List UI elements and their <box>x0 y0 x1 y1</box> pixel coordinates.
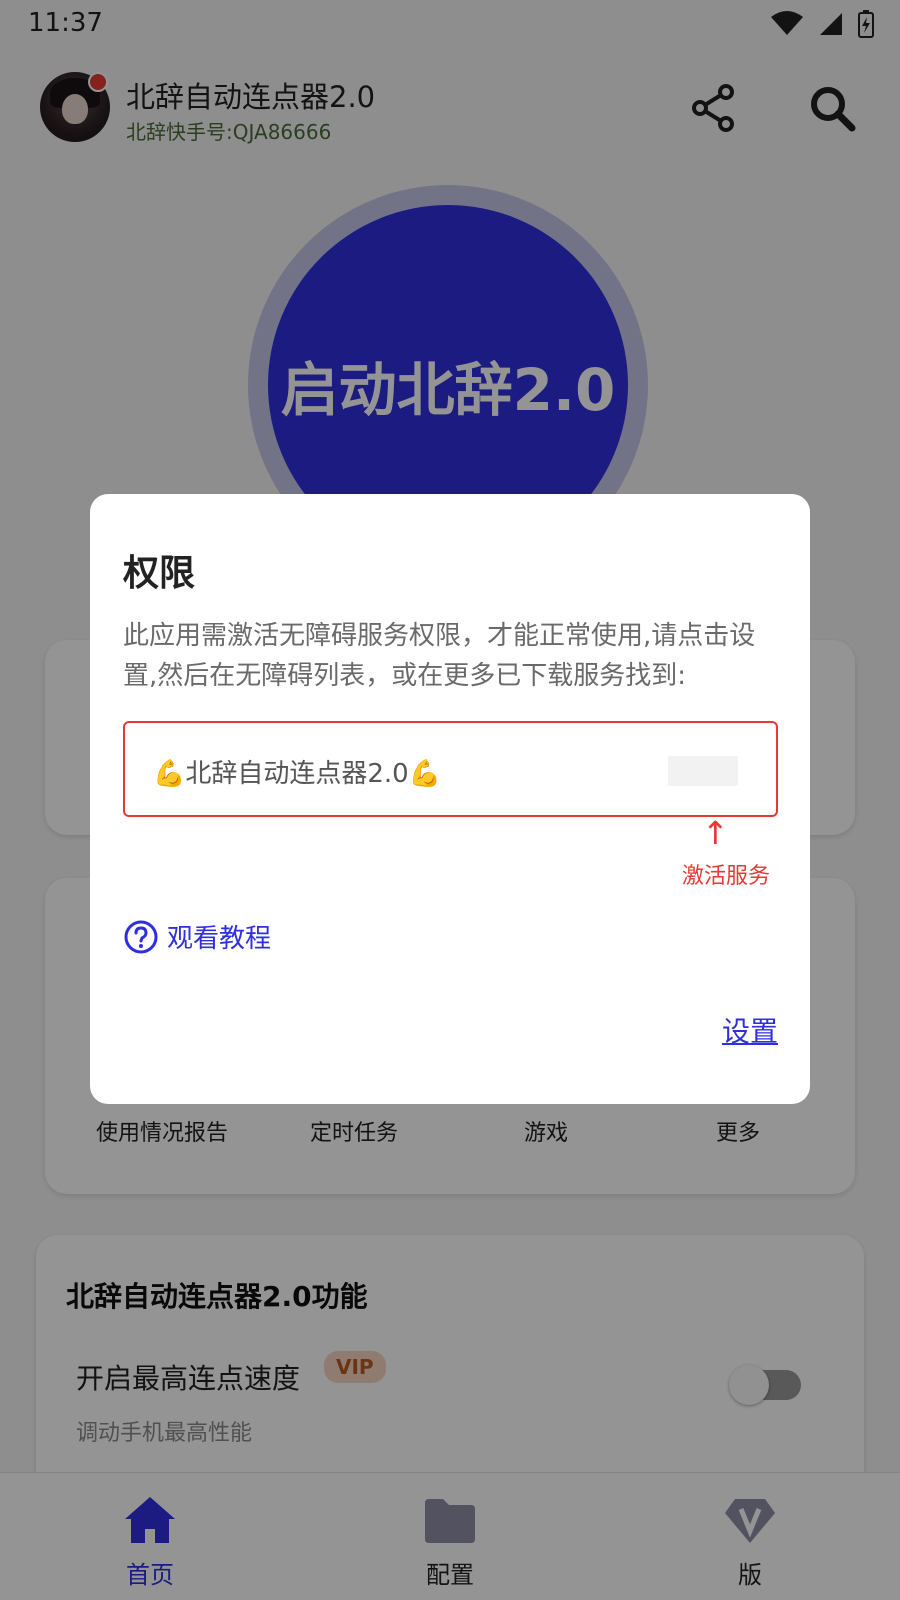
service-entry[interactable]: 💪北辞自动连点器2.0💪 <box>123 721 778 817</box>
settings-button[interactable]: 设置 <box>722 1010 778 1050</box>
service-switch[interactable] <box>668 756 738 786</box>
activate-hint: 激活服务 <box>682 864 771 889</box>
service-name: 💪北辞自动连点器2.0💪 <box>153 759 442 789</box>
tutorial-label: 观看教程 <box>167 924 272 954</box>
dialog-title: 权限 <box>123 553 196 594</box>
dialog-message: 此应用需激活无障碍服务权限，才能正常使用,请点击设置,然后在无障碍列表，或在更多… <box>123 621 756 691</box>
tutorial-link[interactable]: 观看教程 <box>123 918 271 955</box>
permission-dialog: 权限 此应用需激活无障碍服务权限，才能正常使用,请点击设置,然后在无障碍列表，或… <box>90 494 810 1104</box>
up-arrow-icon: ↑ <box>702 814 729 852</box>
help-icon <box>124 920 158 953</box>
